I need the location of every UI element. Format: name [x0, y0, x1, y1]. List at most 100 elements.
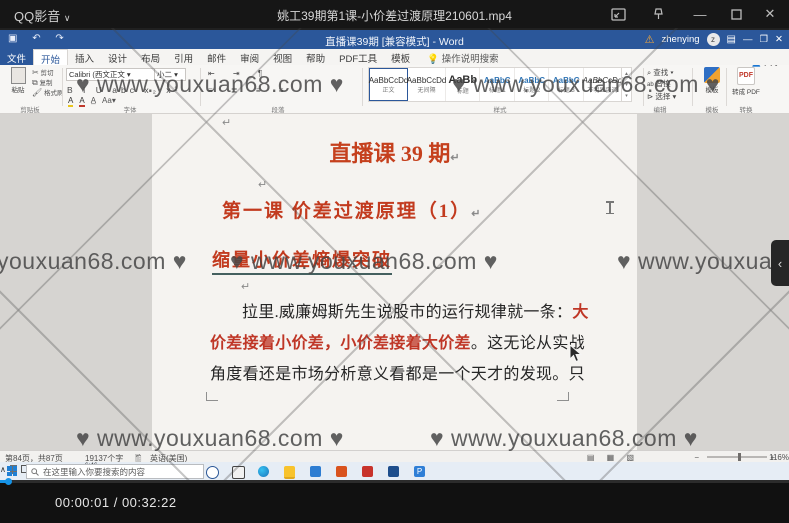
clipboard-group-label: 剪贴板 — [0, 104, 60, 114]
time-display: 00:00:01 / 00:32:22 — [55, 495, 177, 510]
doc-paragraph-line3: 角度看还是市场分析意义看都是一个天才的发现。只 — [210, 359, 572, 390]
paragraph-black-text: 拉里.威廉姆斯先生说股市的运行规律就一条： — [242, 304, 572, 321]
tab-file[interactable]: 文件 — [0, 49, 33, 65]
zoom-out-button[interactable]: − — [694, 453, 699, 462]
group-separator — [62, 68, 63, 106]
zoom-slider-thumb[interactable] — [738, 453, 741, 461]
paragraph-red-text: 价差接着小价差，小价差接着大价差 — [210, 335, 471, 352]
maximize-icon — [731, 9, 742, 20]
taskbar-icon-file-explorer[interactable] — [284, 466, 295, 479]
tab-references[interactable]: 引用 — [167, 49, 200, 65]
zoom-slider[interactable] — [707, 456, 767, 458]
cut-label: 剪切 — [41, 70, 54, 77]
tab-view[interactable]: 视图 — [266, 49, 299, 65]
highlight-color-icon[interactable]: A — [68, 96, 73, 107]
taskbar-icon-task-view[interactable] — [232, 466, 245, 479]
tab-layout[interactable]: 布局 — [134, 49, 167, 65]
style-no-spacing[interactable]: AaBbCcDd无间隔 — [408, 68, 446, 101]
styles-group-label: 样式 — [470, 104, 530, 114]
convert-pdf-button[interactable]: PDF 转成 PDF — [731, 67, 761, 96]
style-normal[interactable]: AaBbCcDd正文 — [369, 68, 408, 101]
tab-insert[interactable]: 插入 — [68, 49, 101, 65]
taskbar-icon-office[interactable] — [336, 466, 347, 477]
doc-lesson-text: 第一课 价差过渡原理（1） — [222, 201, 471, 222]
group-separator — [362, 68, 363, 106]
mini-mode-icon — [611, 8, 626, 21]
seek-bar[interactable] — [0, 480, 789, 483]
text-cursor — [609, 201, 611, 214]
taskbar-search-box[interactable]: 在这里输入你要搜索的内容 — [26, 464, 204, 479]
minimize-button[interactable]: — — [687, 1, 713, 27]
close-button[interactable]: ✕ — [757, 1, 783, 27]
style-preview: AaBbCcDd — [407, 76, 447, 85]
watermark-text: ♥ www.youxuan68.com ♥ — [230, 248, 498, 275]
tab-review[interactable]: 审阅 — [233, 49, 266, 65]
chevron-left-icon: ‹ — [778, 256, 782, 271]
paste-button[interactable]: 粘贴 — [6, 67, 30, 94]
avatar[interactable]: z — [707, 33, 720, 46]
taskbar-icon-app-blue[interactable] — [310, 466, 321, 477]
tab-design[interactable]: 设计 — [101, 49, 134, 65]
watermark-text: ♥ www.youxuan68.com ♥ — [430, 425, 698, 452]
cut-button[interactable]: ✂ 剪切 — [32, 68, 63, 78]
word-titlebar: ▣ ↶ ↷ 直播课39期 [兼容模式] - Word ⚠ zhenying z … — [0, 30, 789, 49]
doc-paragraph-line1: 拉里.威廉姆斯先生说股市的运行规律就一条：大 — [210, 297, 572, 328]
cut-icon: ✂ — [32, 68, 39, 77]
mini-mode-button[interactable] — [605, 1, 631, 27]
doc-lesson-line: 第一课 价差过渡原理（1）↵ — [222, 196, 482, 223]
word-user-name: zhenying — [662, 34, 700, 45]
tab-template[interactable]: 模板 — [384, 49, 417, 65]
pdf-icon: PDF — [737, 67, 755, 85]
tray-chevron-icon[interactable]: ∧ — [0, 465, 6, 474]
seek-bar-knob[interactable] — [5, 478, 12, 485]
mouse-cursor — [569, 344, 582, 368]
doc-heading: 直播课 39 期↵ — [152, 136, 637, 168]
word-close-button[interactable]: ✕ — [775, 34, 783, 45]
style-preview: AaBbCcDd — [369, 76, 409, 85]
doc-heading-text: 直播课 39 期 — [329, 141, 450, 166]
taskbar-icon-edge[interactable] — [258, 466, 269, 477]
taskbar-icon-cortana[interactable] — [206, 466, 219, 479]
paragraph-red-text: 大 — [572, 304, 588, 321]
taskbar-icon-app-red[interactable] — [362, 466, 373, 477]
search-icon — [31, 468, 39, 476]
watermark-text: youxuan68.com ♥ — [0, 248, 187, 275]
paragraph-black-text: 角度看还是市场分析意义看都是一个天才的发现。只 — [210, 366, 585, 383]
zoom-percentage[interactable]: 116% — [769, 453, 789, 462]
tab-mailings[interactable]: 邮件 — [200, 49, 233, 65]
paragraph-mark: ↵ — [222, 116, 231, 129]
windows-taskbar: 在这里输入你要搜索的内容 P ∧ ◁) 中 6:46 2021/12/4 M — [0, 462, 789, 482]
text-boundary-mark — [206, 392, 218, 401]
taskbar-icon-app-navy[interactable] — [388, 466, 399, 477]
search-placeholder: 在这里输入你要搜索的内容 — [43, 466, 145, 478]
paste-label: 粘贴 — [6, 84, 30, 94]
view-mode-buttons[interactable]: ▤ ▦ ▧ — [587, 453, 639, 462]
playlist-drawer-handle[interactable]: ‹ — [771, 240, 789, 286]
word-restore-button[interactable]: ❐ — [760, 34, 769, 45]
group-separator — [726, 68, 727, 106]
font-group-label: 字体 — [100, 104, 160, 114]
format-painter-icon: 🖌 — [32, 88, 42, 97]
watermark-text: ♥ www.youxuan68.com ♥ — [76, 425, 344, 452]
text-boundary-mark — [557, 392, 569, 401]
arrow-cursor-icon — [569, 344, 582, 363]
clipboard-small-buttons: ✂ 剪切 ⧉ 复制 🖌 格式刷 — [32, 68, 63, 98]
lightbulb-icon: 💡 — [427, 54, 439, 65]
format-painter-button[interactable]: 🖌 格式刷 — [32, 88, 63, 98]
start-button[interactable] — [7, 466, 17, 476]
pin-button[interactable] — [645, 1, 671, 27]
taskbar-icon-p-app[interactable]: P — [414, 466, 425, 477]
copy-label: 复制 — [40, 80, 53, 87]
maximize-button[interactable] — [723, 1, 749, 27]
ribbon-display-options-icon[interactable]: ▤ — [727, 34, 736, 45]
tab-pdf-tools[interactable]: PDF工具 — [332, 49, 384, 65]
tab-home[interactable]: 开始 — [33, 49, 68, 65]
copy-button[interactable]: ⧉ 复制 — [32, 78, 63, 88]
format-painter-label: 格式刷 — [44, 90, 64, 97]
paragraph-mark: ↵ — [450, 152, 459, 164]
style-name: 正文 — [382, 85, 394, 94]
warning-icon: ⚠ — [645, 33, 655, 46]
word-minimize-button[interactable]: — — [743, 34, 753, 45]
tab-help[interactable]: 帮助 — [299, 49, 332, 65]
tell-me-search[interactable]: 💡 操作说明搜索 — [417, 49, 505, 65]
